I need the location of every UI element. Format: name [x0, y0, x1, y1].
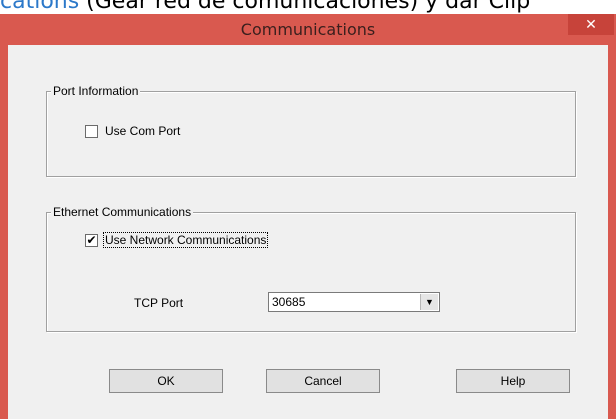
port-information-legend: Port Information: [51, 83, 141, 99]
use-com-port-label[interactable]: Use Com Port: [104, 124, 181, 138]
background-document-text: cations (Gear red de comunicaciones) y d…: [0, 0, 530, 14]
background-document-link[interactable]: cations: [0, 0, 79, 14]
close-button[interactable]: ✕: [568, 14, 614, 35]
dropdown-arrow-button[interactable]: ▼: [420, 294, 438, 310]
dialog-title: Communications: [240, 20, 376, 39]
ethernet-communications-group: Ethernet Communications ✔ Use Network Co…: [46, 204, 576, 332]
chevron-down-icon: ▼: [425, 297, 434, 307]
checkmark-icon: ✔: [86, 232, 97, 247]
tcp-port-label: TCP Port: [134, 296, 184, 310]
background-document-sentence: (Gear red de comunicaciones) y dar Clip: [79, 0, 531, 14]
ethernet-communications-legend: Ethernet Communications: [51, 204, 194, 220]
use-network-communications-checkbox[interactable]: ✔: [85, 232, 98, 247]
background-document-strip: cations (Gear red de comunicaciones) y d…: [0, 0, 616, 14]
port-information-group: Port Information Use Com Port: [46, 83, 576, 177]
use-network-communications-label[interactable]: Use Network Communications: [102, 232, 269, 248]
help-button[interactable]: Help: [456, 369, 570, 393]
tcp-port-value[interactable]: 30685: [272, 295, 305, 309]
communications-dialog: Communications ✕ Port Information Use Co…: [0, 14, 616, 419]
use-com-port-row[interactable]: Use Com Port: [85, 124, 181, 138]
cancel-button[interactable]: Cancel: [266, 369, 380, 393]
use-com-port-checkbox[interactable]: [85, 124, 98, 138]
tcp-port-combobox[interactable]: 30685 ▼: [268, 292, 440, 312]
ok-button[interactable]: OK: [109, 369, 223, 393]
close-icon: ✕: [585, 16, 597, 32]
dialog-client-area: Port Information Use Com Port Ethernet C…: [8, 45, 608, 419]
use-network-communications-row[interactable]: ✔ Use Network Communications: [85, 232, 269, 248]
title-bar[interactable]: Communications ✕: [0, 14, 616, 45]
